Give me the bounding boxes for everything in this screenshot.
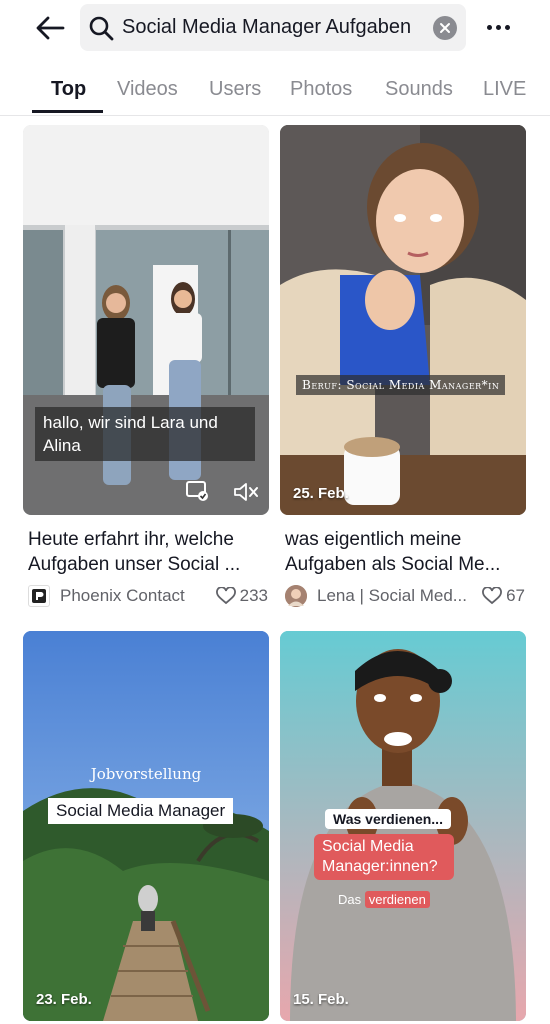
results-tabs: Top Videos Users Photos Sounds LIVE [0, 58, 550, 116]
avatar[interactable] [285, 585, 307, 607]
coastal-path-image [23, 631, 269, 1021]
video-overlay-caption: Social Media Manager [48, 798, 234, 824]
close-icon [440, 23, 450, 33]
dot-icon [495, 24, 501, 30]
search-input[interactable] [122, 12, 422, 42]
tab-live[interactable]: LIVE [483, 78, 526, 101]
video-result-card[interactable]: hallo, wir sind Lara und Alina Heute erf… [23, 125, 269, 615]
post-date: 25. Feb. [293, 485, 349, 502]
video-result-card[interactable]: Jobvorstellung Social Media Manager 23. … [23, 631, 269, 1024]
video-thumbnail[interactable]: Was verdienen... Social Media Manager:in… [280, 631, 526, 1021]
video-thumbnail[interactable]: Jobvorstellung Social Media Manager 23. … [23, 631, 269, 1021]
video-result-card[interactable]: Beruf: Social Media Manager*in 25. Feb. … [280, 125, 526, 615]
avatar[interactable] [28, 585, 50, 607]
like-count: 67 [482, 586, 525, 606]
author-name[interactable]: Phoenix Contact [60, 586, 210, 606]
more-options-button[interactable] [478, 12, 518, 42]
like-count-value: 233 [239, 586, 268, 605]
search-header [0, 0, 550, 58]
tab-videos[interactable]: Videos [117, 78, 178, 101]
video-title[interactable]: was eigentlich meine Aufgaben als Social… [285, 527, 525, 577]
video-meta: Lena | Social Med... 67 [285, 584, 525, 608]
video-overlay-caption: Social Media Manager:innen? [314, 834, 454, 880]
speaker-muted-icon [234, 483, 258, 501]
heart-icon [482, 587, 502, 605]
arrow-left-icon [36, 16, 65, 40]
tab-sounds[interactable]: Sounds [385, 78, 453, 101]
like-count-value: 67 [506, 586, 525, 605]
active-tab-indicator [32, 110, 103, 113]
phoenix-logo-icon [32, 589, 46, 603]
woman-thinking-image [280, 125, 526, 515]
video-result-card[interactable]: Was verdienen... Social Media Manager:in… [280, 631, 526, 1024]
search-bar[interactable] [80, 4, 466, 51]
like-count: 233 [215, 586, 268, 606]
save-icon [186, 481, 208, 501]
video-overlay-heading: Jobvorstellung [90, 765, 202, 783]
mute-button[interactable] [233, 481, 261, 503]
overlay-sub-label: Das verdienen [338, 891, 430, 908]
dot-icon [504, 24, 510, 30]
post-date: 23. Feb. [36, 991, 92, 1008]
overlay-question-label: Was verdienen... [325, 809, 451, 829]
video-overlay-caption: hallo, wir sind Lara und Alina [35, 407, 255, 461]
post-date: 15. Feb. [293, 991, 349, 1008]
heart-icon [215, 587, 236, 605]
dot-icon [486, 24, 492, 30]
overlay-sub-highlight: verdienen [364, 891, 430, 908]
tab-photos[interactable]: Photos [290, 78, 352, 101]
overlay-sub-prefix: Das [338, 892, 362, 907]
save-video-button[interactable] [186, 481, 210, 501]
video-meta: Phoenix Contact 233 [28, 584, 268, 608]
back-button[interactable] [30, 10, 70, 46]
user-avatar-icon [285, 585, 307, 607]
search-icon [89, 16, 114, 41]
video-thumbnail[interactable]: Beruf: Social Media Manager*in 25. Feb. [280, 125, 526, 515]
video-overlay-caption: Beruf: Social Media Manager*in [296, 375, 506, 395]
author-name[interactable]: Lena | Social Med... [317, 586, 476, 606]
tab-top[interactable]: Top [51, 78, 86, 101]
video-thumbnail[interactable]: hallo, wir sind Lara und Alina [23, 125, 269, 515]
video-title[interactable]: Heute erfahrt ihr, welche Aufgaben unser… [28, 527, 268, 577]
clear-search-button[interactable] [433, 16, 457, 40]
tab-users[interactable]: Users [209, 78, 261, 101]
